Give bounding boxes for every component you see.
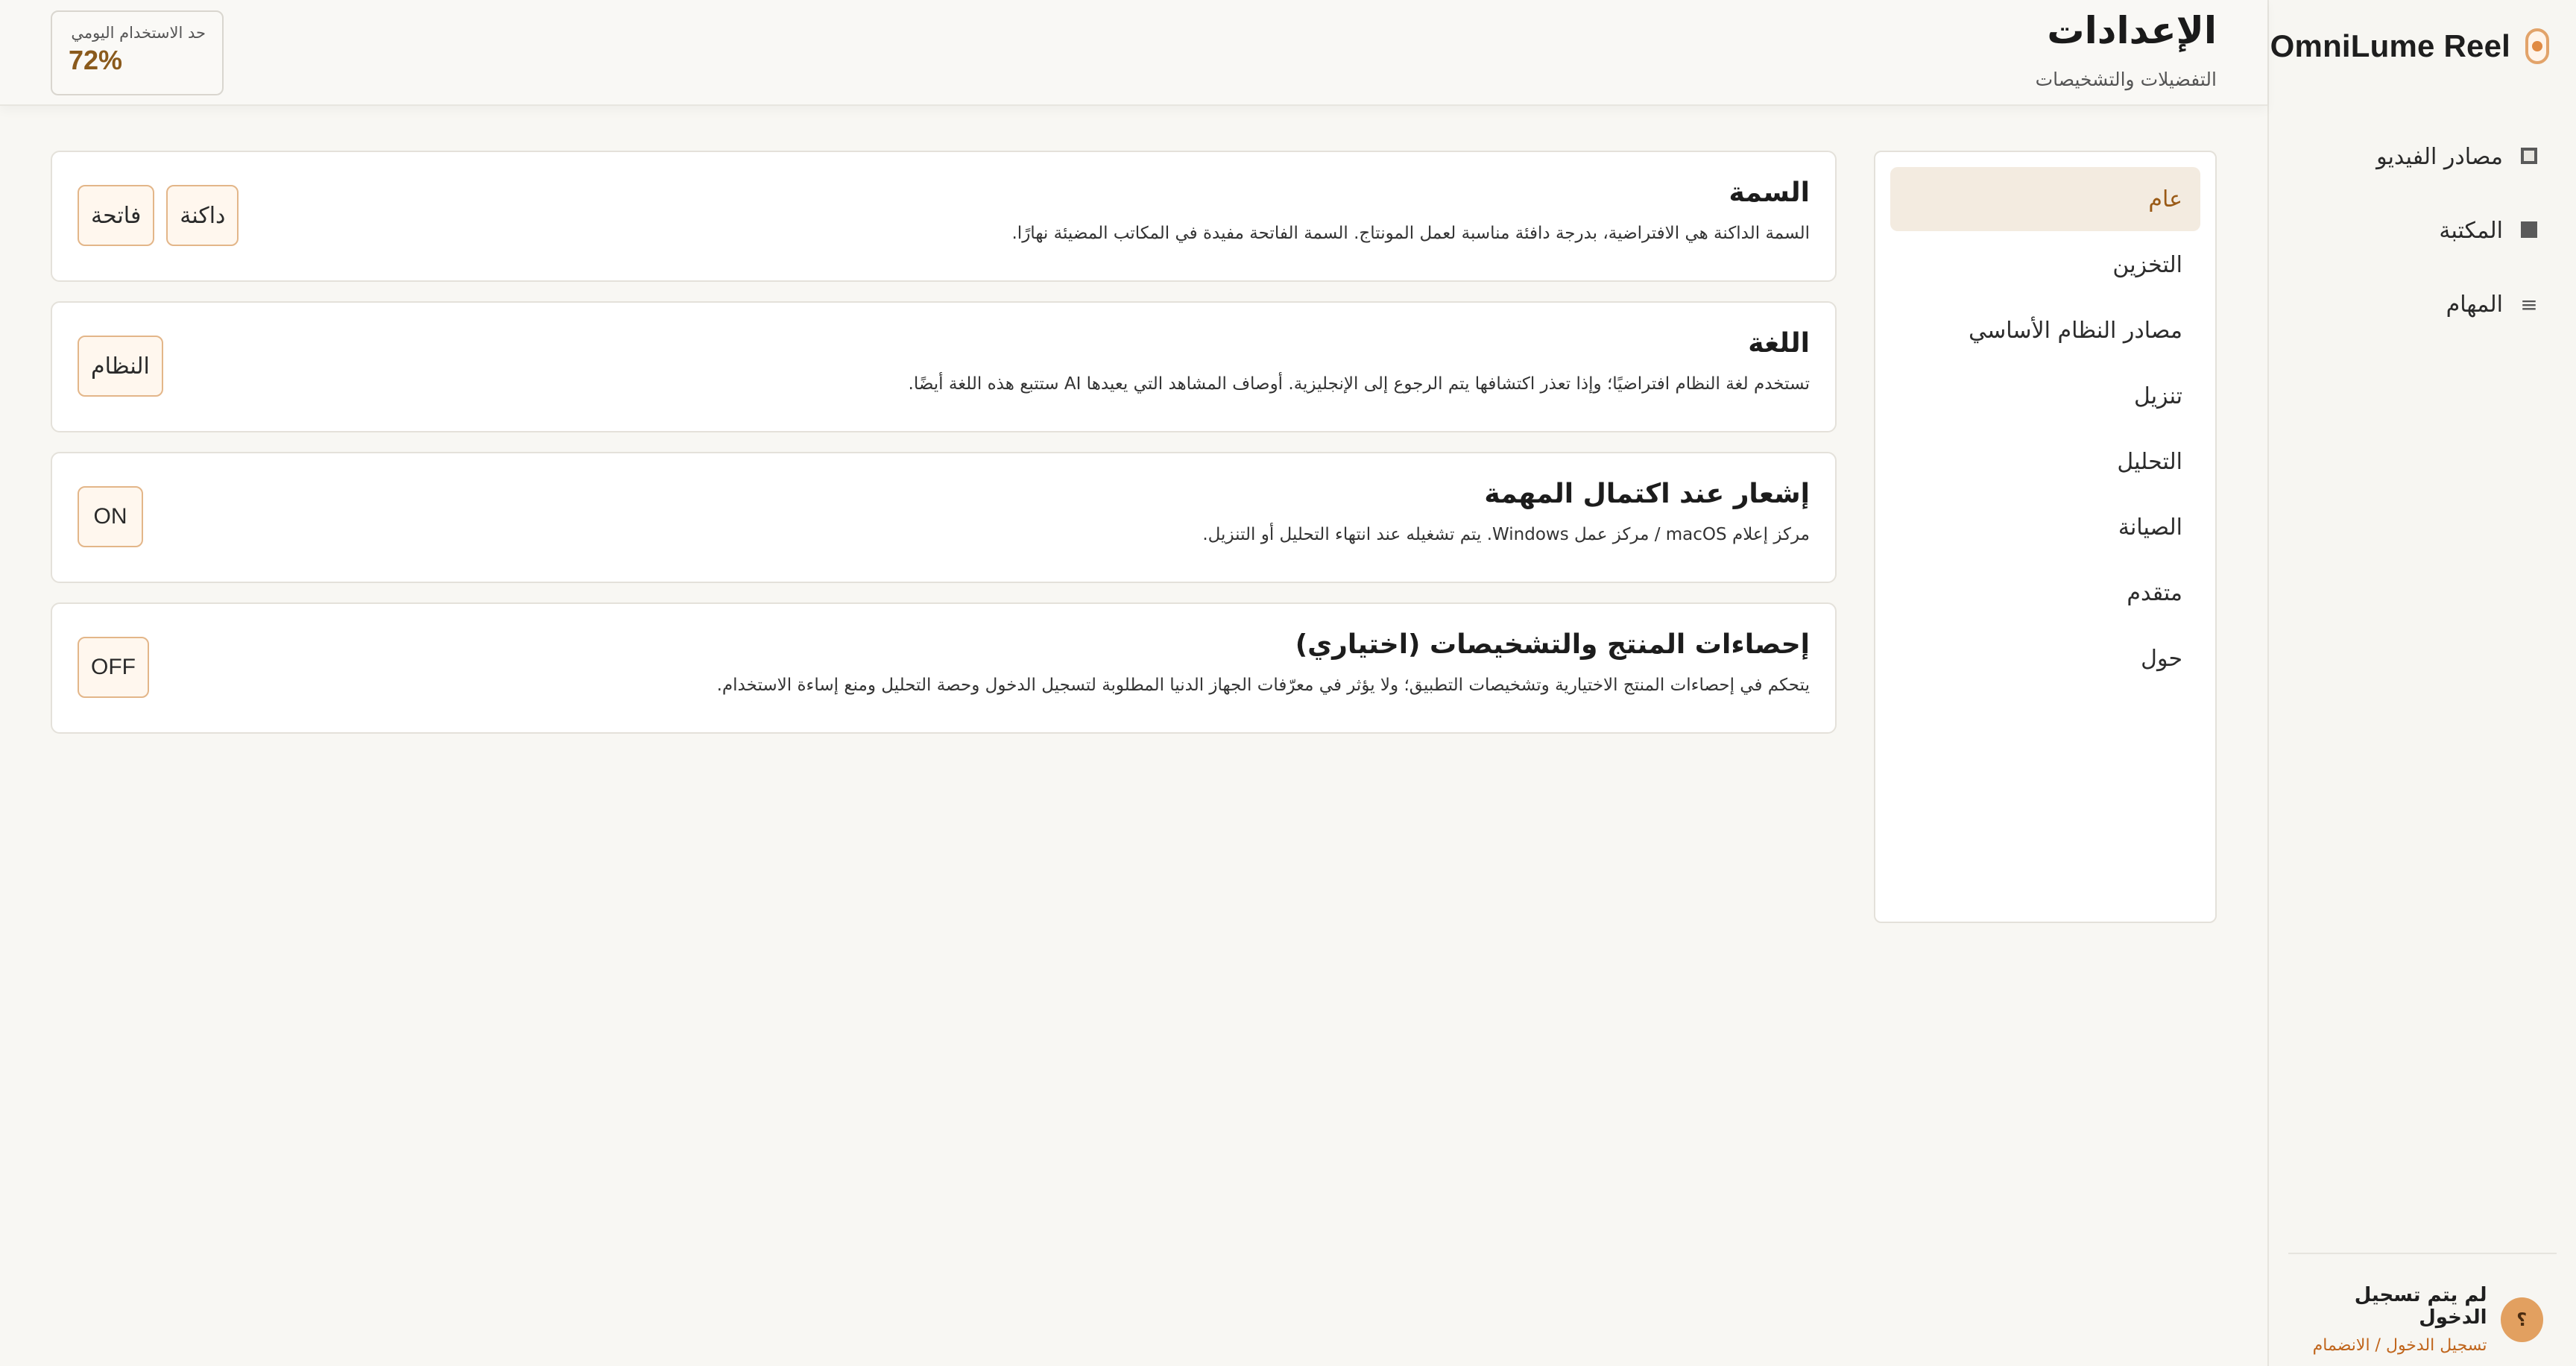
notify-title: إشعار عند اكتمال المهمة [1484, 479, 1810, 509]
settings-cards: السمة السمة الداكنة هي الافتراضية، بدرجة… [51, 151, 1837, 734]
language-actions: النظام [78, 336, 163, 397]
theme-dark-button[interactable]: داكنة [166, 185, 239, 246]
sidebar-item-video-sources[interactable]: مصادر الفيديو [2285, 133, 2539, 180]
settings-tab-maintenance[interactable]: الصيانة [1890, 495, 2200, 559]
theme-light-button[interactable]: فاتحة [78, 185, 155, 246]
brand: OmniLume Reel [2270, 28, 2549, 64]
sidebar-item-label: المهام [2446, 291, 2503, 318]
daily-usage-label: حد الاستخدام اليومي [71, 24, 206, 42]
telemetry-toggle[interactable]: OFF [78, 637, 149, 698]
telemetry-description: يتحكم في إحصاءات المنتج الاختيارية وتشخي… [716, 676, 1810, 695]
sidebar-item-label: المكتبة [2439, 217, 2503, 244]
settings-nav: عام التخزين مصادر النظام الأساسي تنزيل ا… [1874, 151, 2217, 923]
language-title: اللغة [1748, 328, 1810, 359]
telemetry-title: إحصاءات المنتج والتشخيصات (اختياري) [1295, 629, 1810, 660]
settings-tab-analysis[interactable]: التحليل [1890, 429, 2200, 494]
user-text: لم يتم تسجيل الدخول تسجيل الدخول / الانض… [2288, 1284, 2487, 1355]
theme-description: السمة الداكنة هي الافتراضية، بدرجة دافئة… [1011, 224, 1811, 243]
user-block[interactable]: ؟ لم يتم تسجيل الدخول تسجيل الدخول / الا… [2288, 1284, 2543, 1355]
daily-usage-value: 72% [69, 45, 123, 75]
page-header: الإعدادات التفضيلات والتشخيصات حد الاستخ… [0, 0, 2267, 106]
page-title: الإعدادات [2047, 9, 2217, 52]
page-subtitle: التفضيلات والتشخيصات [2035, 69, 2217, 90]
language-card: اللغة تستخدم لغة النظام افتراضيًا؛ وإذا … [51, 301, 1837, 432]
settings-content: عام التخزين مصادر النظام الأساسي تنزيل ا… [51, 151, 2217, 1366]
tasks-icon: ≡ [2520, 292, 2538, 317]
daily-usage-box: حد الاستخدام اليومي 72% [51, 10, 224, 95]
sidebar-footer: ؟ لم يتم تسجيل الدخول تسجيل الدخول / الا… [2288, 1253, 2557, 1366]
app-window: OmniLume Reel مصادر الفيديو المكتبة ≡ ال… [0, 0, 2576, 1366]
telemetry-card: إحصاءات المنتج والتشخيصات (اختياري) يتحك… [51, 602, 1837, 734]
omnilume-logo-icon [2525, 28, 2549, 64]
notify-toggle[interactable]: ON [78, 486, 143, 547]
sidebar-item-tasks[interactable]: ≡ المهام [2285, 280, 2539, 328]
settings-tab-about[interactable]: حول [1890, 626, 2200, 690]
sidebar-nav: مصادر الفيديو المكتبة ≡ المهام [2285, 133, 2539, 354]
login-status: لم يتم تسجيل الدخول [2354, 1284, 2487, 1329]
notify-actions: ON [78, 486, 143, 547]
settings-tab-advanced[interactable]: متقدم [1890, 561, 2200, 625]
sidebar-item-library[interactable]: المكتبة [2285, 207, 2539, 254]
main-area: الإعدادات التفضيلات والتشخيصات حد الاستخ… [0, 0, 2267, 1366]
sidebar: OmniLume Reel مصادر الفيديو المكتبة ≡ ال… [2267, 0, 2576, 1366]
library-icon [2519, 218, 2539, 243]
avatar: ؟ [2500, 1297, 2543, 1342]
language-select-button[interactable]: النظام [78, 336, 163, 397]
telemetry-actions: OFF [78, 637, 149, 698]
app-name: OmniLume Reel [2270, 28, 2510, 63]
theme-title: السمة [1729, 177, 1810, 208]
login-link[interactable]: تسجيل الدخول / الانضمام [2288, 1336, 2487, 1355]
sidebar-item-label: مصادر الفيديو [2376, 143, 2503, 170]
theme-actions: فاتحة داكنة [78, 185, 239, 246]
settings-tab-general[interactable]: عام [1890, 167, 2200, 231]
video-source-icon [2519, 145, 2539, 169]
theme-card: السمة السمة الداكنة هي الافتراضية، بدرجة… [51, 151, 1837, 282]
notify-description: مركز إعلام macOS / مركز عمل Windows. يتم… [1202, 525, 1810, 544]
settings-tab-storage[interactable]: التخزين [1890, 233, 2200, 297]
settings-tab-platform-sources[interactable]: مصادر النظام الأساسي [1890, 298, 2200, 362]
language-description: تستخدم لغة النظام افتراضيًا؛ وإذا تعذر ا… [908, 374, 1810, 394]
notify-card: إشعار عند اكتمال المهمة مركز إعلام macOS… [51, 452, 1837, 583]
settings-tab-download[interactable]: تنزيل [1890, 364, 2200, 428]
